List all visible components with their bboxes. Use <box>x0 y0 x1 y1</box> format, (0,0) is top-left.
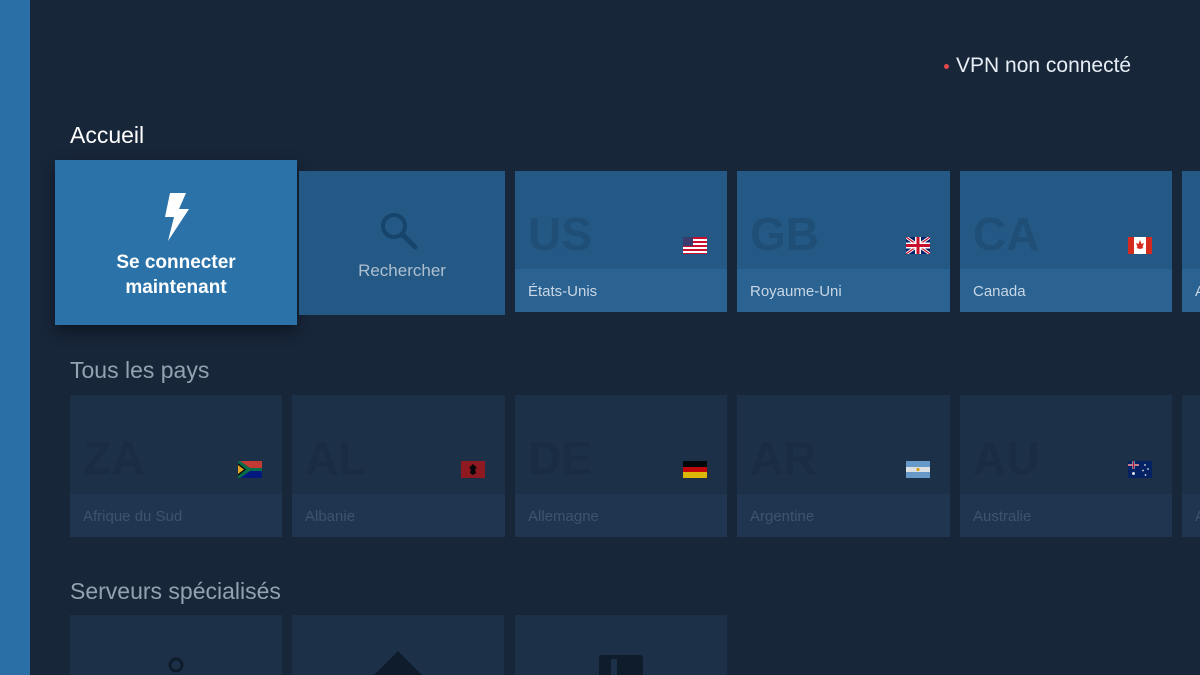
search-icon <box>381 213 418 250</box>
country-code: AR <box>750 432 817 484</box>
country-tile-ar[interactable]: AR Argentine <box>737 395 950 537</box>
search-button[interactable]: Rechercher <box>299 171 505 315</box>
country-name: A <box>1195 508 1200 525</box>
country-tile-za[interactable]: ZA Afrique du Sud <box>70 395 282 537</box>
ar-flag-icon <box>906 461 930 478</box>
country-name: Canada <box>973 283 1026 300</box>
au-flag-icon <box>1128 461 1152 478</box>
side-rail <box>0 0 30 675</box>
country-name: Royaume-Uni <box>750 283 842 300</box>
connect-label-line2: maintenant <box>125 277 227 298</box>
connect-now-button[interactable]: Se connecter maintenant <box>55 160 297 325</box>
country-code: AU <box>973 432 1040 484</box>
lightning-bolt-icon <box>165 193 189 241</box>
country-tile-al[interactable]: AL Albanie <box>292 395 505 537</box>
specialized-tile-dedicated-ip[interactable] <box>515 615 727 675</box>
status-dot-icon <box>944 63 949 69</box>
vpn-status-text: VPN non connecté <box>956 54 1132 77</box>
vpn-status: VPN non connecté <box>944 54 1131 78</box>
country-name: A <box>1195 283 1200 300</box>
country-tile-partial[interactable]: A <box>1182 395 1200 537</box>
specialized-tile-p2p[interactable] <box>70 615 282 675</box>
double-vpn-icon <box>374 651 422 675</box>
al-flag-icon <box>461 461 485 478</box>
country-code: US <box>528 208 592 260</box>
section-title-specialized: Serveurs spécialisés <box>70 578 281 604</box>
country-code: AL <box>305 432 367 484</box>
country-code: DE <box>528 432 592 484</box>
gb-flag-icon <box>906 237 930 254</box>
za-flag-icon <box>238 461 262 478</box>
country-tile-ca[interactable]: CA Canada <box>960 171 1172 312</box>
p2p-icon <box>168 657 184 673</box>
country-name: Afrique du Sud <box>83 508 183 525</box>
specialized-tile-double-vpn[interactable] <box>292 615 504 675</box>
country-name: Allemagne <box>528 508 599 525</box>
section-title-all-countries: Tous les pays <box>70 357 210 383</box>
country-name: Argentine <box>750 508 815 525</box>
country-tile-partial[interactable]: A <box>1182 171 1200 312</box>
country-name: États-Unis <box>528 283 598 300</box>
dedicated-ip-icon <box>599 655 643 675</box>
search-label: Rechercher <box>358 261 446 280</box>
ca-flag-icon <box>1128 237 1152 254</box>
section-title-home: Accueil <box>70 122 145 148</box>
country-name: Albanie <box>305 508 356 525</box>
country-tile-de[interactable]: DE Allemagne <box>515 395 727 537</box>
us-flag-icon <box>683 237 707 254</box>
country-code: CA <box>973 208 1040 260</box>
de-flag-icon <box>683 461 707 478</box>
country-code: GB <box>750 208 819 260</box>
country-code: ZA <box>83 432 145 484</box>
country-name: Australie <box>973 508 1032 525</box>
connect-label-line1: Se connecter <box>116 252 236 273</box>
country-tile-au[interactable]: AU Australie <box>960 395 1172 537</box>
country-tile-gb[interactable]: GB Royaume-Uni <box>737 171 950 312</box>
country-tile-us[interactable]: US États-Unis <box>515 171 727 312</box>
